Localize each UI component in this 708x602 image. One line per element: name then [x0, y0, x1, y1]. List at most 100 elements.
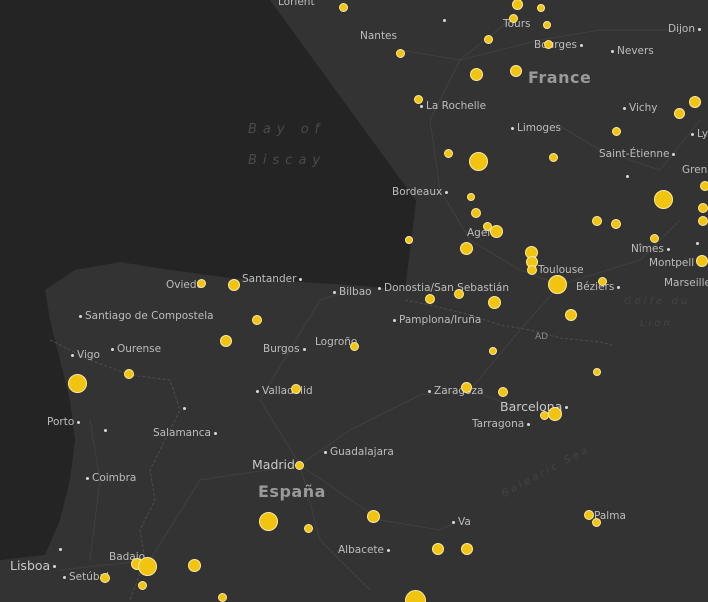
city-label-vigo: Vigo — [68, 349, 100, 361]
map-marker[interactable] — [460, 242, 473, 255]
map-marker[interactable] — [470, 68, 483, 81]
city-label-valladolid: Valladolid — [253, 385, 313, 397]
map-marker[interactable] — [549, 153, 558, 162]
map-marker[interactable] — [432, 543, 444, 555]
city-label-nantes: Nantes — [360, 30, 397, 42]
map-marker[interactable] — [444, 149, 453, 158]
city-label-lorient: Lorient — [278, 0, 315, 8]
city-label-toulouse: Toulouse — [538, 264, 584, 276]
map-marker[interactable] — [698, 216, 708, 226]
map-marker[interactable] — [197, 279, 206, 288]
city-label-zaragoza: Zaragoza — [425, 385, 483, 397]
map-marker[interactable] — [674, 108, 685, 119]
city-label-coimbra: Coimbra — [83, 472, 136, 484]
city-label-nevers: Nevers — [608, 45, 654, 57]
map-marker[interactable] — [700, 181, 708, 191]
sea-label-golfe-du-lion-2: Lion — [640, 318, 673, 329]
map-marker[interactable] — [548, 275, 567, 294]
map-marker[interactable] — [488, 296, 501, 309]
map-marker[interactable] — [689, 96, 701, 108]
map-view[interactable]: Bay of Biscay Golfe du Lion Balearic Sea… — [0, 0, 708, 602]
sea-label-bay-of-biscay-2: Biscay — [248, 153, 327, 168]
city-label-guadalajara: Guadalajara — [321, 446, 394, 458]
city-label-montpellier: Montpell — [649, 257, 695, 269]
map-marker[interactable] — [138, 557, 157, 576]
map-marker[interactable] — [252, 315, 262, 325]
map-marker[interactable] — [612, 127, 621, 136]
map-marker[interactable] — [461, 543, 473, 555]
map-marker[interactable] — [100, 573, 110, 583]
map-marker[interactable] — [471, 208, 481, 218]
town-dot — [623, 170, 632, 182]
city-label-saint-etienne: Saint-Étienne — [599, 148, 678, 160]
map-marker[interactable] — [510, 65, 522, 77]
map-marker[interactable] — [548, 407, 562, 421]
map-marker[interactable] — [592, 518, 601, 527]
map-marker[interactable] — [484, 35, 493, 44]
map-marker[interactable] — [259, 512, 278, 531]
city-label-burgos: Burgos — [263, 343, 309, 355]
map-marker[interactable] — [540, 411, 549, 420]
map-marker[interactable] — [509, 14, 518, 23]
town-dot — [101, 424, 110, 436]
city-label-santiago: Santiago de Compostela — [76, 310, 214, 322]
map-marker[interactable] — [467, 193, 475, 201]
map-marker[interactable] — [469, 152, 488, 171]
map-marker[interactable] — [598, 277, 607, 286]
map-marker[interactable] — [414, 95, 423, 104]
city-label-pamplona: Pamplona/Iruña — [390, 314, 481, 326]
city-label-bourges: Bourges — [534, 39, 586, 51]
map-marker[interactable] — [138, 581, 147, 590]
city-label-tarragona: Tarragona — [472, 418, 533, 430]
map-marker[interactable] — [304, 524, 313, 533]
map-marker[interactable] — [696, 255, 708, 267]
map-marker[interactable] — [698, 203, 708, 213]
map-marker[interactable] — [291, 384, 301, 394]
map-marker[interactable] — [593, 368, 601, 376]
map-marker[interactable] — [339, 3, 348, 12]
map-marker[interactable] — [650, 234, 659, 243]
map-marker[interactable] — [295, 461, 304, 470]
map-marker[interactable] — [396, 49, 405, 58]
map-marker[interactable] — [544, 40, 553, 49]
map-marker[interactable] — [611, 219, 621, 229]
map-marker[interactable] — [592, 216, 602, 226]
map-marker[interactable] — [461, 382, 472, 393]
map-marker[interactable] — [218, 593, 227, 602]
sea-label-golfe-du-lion-1: Golfe du — [624, 296, 691, 307]
city-label-valencia: Va — [449, 516, 471, 528]
map-marker[interactable] — [454, 289, 464, 299]
town-dot — [440, 14, 449, 26]
city-label-limoges: Limoges — [508, 122, 561, 134]
city-label-dijon: Dijon — [668, 23, 704, 35]
city-label-salamanca: Salamanca — [153, 427, 220, 439]
map-marker[interactable] — [489, 347, 497, 355]
city-label-nimes: Nîmes — [631, 243, 673, 255]
map-marker[interactable] — [350, 342, 359, 351]
map-marker[interactable] — [654, 190, 673, 209]
town-dot — [693, 237, 702, 249]
map-marker[interactable] — [543, 21, 551, 29]
city-label-lisboa: Lisboa — [10, 559, 59, 572]
map-marker[interactable] — [498, 387, 508, 397]
map-marker[interactable] — [490, 225, 503, 238]
city-label-porto: Porto — [47, 416, 83, 428]
map-marker[interactable] — [367, 510, 380, 523]
map-marker[interactable] — [527, 265, 537, 275]
map-marker[interactable] — [565, 309, 577, 321]
map-marker[interactable] — [425, 294, 435, 304]
city-label-albacete: Albacete — [338, 544, 393, 556]
town-dot — [180, 402, 189, 414]
city-label-la-rochelle: La Rochelle — [417, 100, 486, 112]
city-label-lyon: Lyo — [688, 128, 708, 140]
city-label-bordeaux: Bordeaux — [392, 186, 451, 198]
city-label-grenoble: Greno — [682, 164, 708, 176]
map-marker[interactable] — [537, 4, 545, 12]
map-marker[interactable] — [228, 279, 240, 291]
map-marker[interactable] — [68, 374, 87, 393]
map-marker[interactable] — [188, 559, 201, 572]
map-marker[interactable] — [220, 335, 232, 347]
city-label-vichy: Vichy — [620, 102, 658, 114]
map-marker[interactable] — [405, 236, 413, 244]
map-marker[interactable] — [124, 369, 134, 379]
